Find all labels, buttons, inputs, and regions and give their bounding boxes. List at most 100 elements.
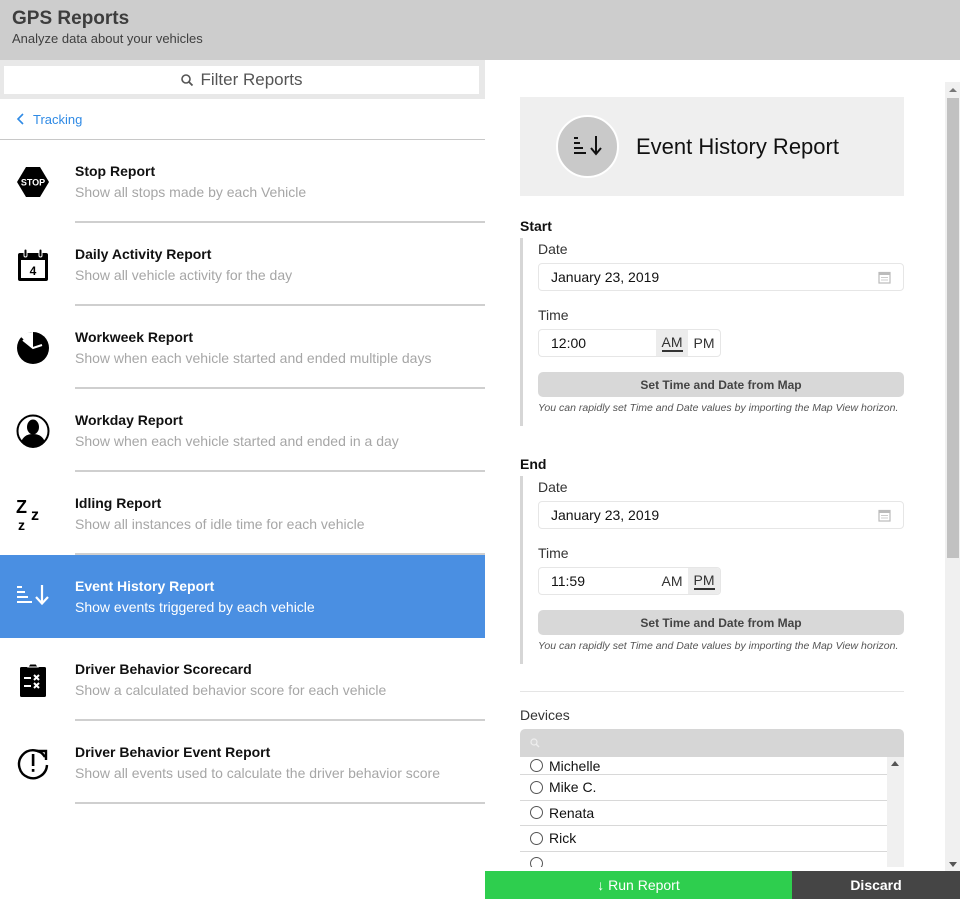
clipboard-icon (19, 663, 46, 697)
report-description: Show when each vehicle started and ended… (75, 432, 399, 449)
app-header: GPS Reports Analyze data about your vehi… (0, 0, 960, 60)
device-name: Renata (549, 804, 595, 821)
report-description: Show all instances of idle time for each… (75, 515, 365, 532)
end-time-label: Time (538, 545, 569, 561)
start-section: Date January 23, 2019 Time 12:00 AM PM S… (520, 238, 904, 426)
chevron-left-icon (16, 113, 24, 125)
device-item[interactable]: Mike C. (520, 775, 887, 801)
report-sidebar: Filter Reports Tracking STOP Stop Report… (0, 60, 485, 899)
scrollbar-thumb[interactable] (947, 98, 959, 558)
device-item[interactable] (520, 852, 887, 867)
pm-label: PM (693, 335, 715, 351)
app-subtitle: Analyze data about your vehicles (12, 31, 203, 46)
end-section-label: End (520, 456, 547, 472)
breadcrumb-back-tracking[interactable]: Tracking (0, 99, 485, 140)
stop-sign-icon: STOP (16, 166, 49, 197)
sleep-zzz-icon: Zzz (16, 497, 39, 532)
discard-button[interactable]: Discard (792, 871, 960, 899)
am-label: AM (661, 334, 683, 352)
detail-scrollbar[interactable] (945, 82, 960, 871)
run-report-button[interactable]: ↓ Run Report (485, 871, 792, 899)
report-title: Daily Activity Report (75, 245, 212, 262)
report-description: Show all events used to calculate the dr… (75, 764, 440, 781)
scroll-up-arrow-icon[interactable] (891, 761, 899, 766)
end-time-input: 11:59 AM PM (538, 567, 721, 595)
alert-refresh-icon (17, 748, 48, 779)
start-time-label: Time (538, 307, 569, 323)
pm-label: PM (693, 572, 715, 590)
end-hint: You can rapidly set Time and Date values… (538, 640, 899, 652)
report-description: Show when each vehicle started and ended… (75, 349, 432, 366)
radio-button[interactable] (530, 759, 543, 772)
scroll-down-arrow-icon[interactable] (949, 862, 957, 867)
end-set-from-map-button[interactable]: Set Time and Date from Map (538, 610, 904, 635)
report-detail-title: Event History Report (636, 133, 839, 159)
clock-icon (16, 331, 49, 364)
end-date-label: Date (538, 479, 568, 495)
start-date-input[interactable]: January 23, 2019 (538, 263, 904, 291)
start-section-label: Start (520, 218, 552, 234)
end-date-value: January 23, 2019 (551, 507, 660, 523)
calendar-icon: 4 (17, 248, 48, 281)
filter-placeholder: Filter Reports (200, 70, 303, 89)
device-search-input[interactable] (520, 729, 904, 757)
calendar-icon[interactable] (878, 509, 891, 522)
device-item[interactable]: Rick (520, 826, 887, 852)
report-item-workweek[interactable]: Workweek Report Show when each vehicle s… (0, 306, 485, 389)
end-time-value[interactable]: 11:59 (539, 573, 656, 589)
end-date-input[interactable]: January 23, 2019 (538, 501, 904, 529)
svg-text:z: z (31, 507, 39, 524)
device-item[interactable]: Michelle (520, 757, 887, 775)
radio-button[interactable] (530, 780, 543, 794)
app-title: GPS Reports (12, 8, 130, 29)
section-divider (520, 691, 904, 692)
scroll-up-arrow-icon[interactable] (949, 88, 957, 92)
device-list-scrollbar[interactable] (887, 757, 904, 867)
report-item-idling[interactable]: Zzz Idling Report Show all instances of … (0, 472, 485, 555)
radio-button[interactable] (530, 831, 543, 845)
report-item-event-history[interactable]: Event History Report Show events trigger… (0, 555, 485, 638)
radio-button[interactable] (530, 806, 543, 820)
report-title: Workweek Report (75, 328, 193, 345)
am-label: AM (661, 573, 683, 589)
devices-label: Devices (520, 707, 570, 723)
search-icon (181, 74, 194, 87)
report-badge (556, 115, 619, 178)
start-set-from-map-button[interactable]: Set Time and Date from Map (538, 372, 904, 397)
filter-bar: Filter Reports (0, 60, 485, 99)
start-date-label: Date (538, 241, 568, 257)
report-list: STOP Stop Report Show all stops made by … (0, 140, 485, 804)
report-item-driver-event[interactable]: Driver Behavior Event Report Show all ev… (0, 721, 485, 804)
report-item-workday[interactable]: Workday Report Show when each vehicle st… (0, 389, 485, 472)
svg-text:STOP: STOP (20, 177, 44, 187)
report-item-driver-scorecard[interactable]: Driver Behavior Scorecard Show a calcula… (0, 638, 485, 721)
end-am-toggle[interactable]: AM (656, 568, 688, 594)
action-footer: ↓ Run Report Discard (485, 871, 960, 899)
svg-text:z: z (18, 517, 25, 532)
sort-descending-icon (16, 584, 49, 605)
start-pm-toggle[interactable]: PM (688, 330, 720, 356)
svg-text:Z: Z (16, 497, 27, 517)
start-hint: You can rapidly set Time and Date values… (538, 402, 899, 414)
end-pm-toggle[interactable]: PM (688, 568, 720, 594)
report-title: Workday Report (75, 411, 183, 428)
device-item[interactable]: Renata (520, 801, 887, 826)
report-item-daily-activity[interactable]: 4 Daily Activity Report Show all vehicle… (0, 223, 485, 306)
device-list: Michelle Mike C. Renata Rick (520, 757, 904, 867)
report-form: Event History Report Start Date January … (520, 97, 904, 867)
svg-text:4: 4 (29, 264, 36, 278)
device-name: Rick (549, 830, 577, 847)
start-time-value[interactable]: 12:00 (539, 335, 656, 351)
filter-reports-input[interactable]: Filter Reports (4, 66, 479, 94)
start-time-input: 12:00 AM PM (538, 329, 721, 357)
report-title: Event History Report (75, 577, 215, 594)
start-am-toggle[interactable]: AM (656, 330, 688, 356)
report-description: Show events triggered by each vehicle (75, 598, 315, 615)
report-item-stop[interactable]: STOP Stop Report Show all stops made by … (0, 140, 485, 223)
radio-button[interactable] (530, 857, 543, 867)
report-title: Driver Behavior Event Report (75, 743, 271, 760)
calendar-icon[interactable] (878, 271, 891, 284)
report-description: Show all stops made by each Vehicle (75, 183, 307, 200)
device-name: Michelle (549, 757, 601, 774)
report-detail-panel: Event History Report Start Date January … (485, 60, 960, 871)
